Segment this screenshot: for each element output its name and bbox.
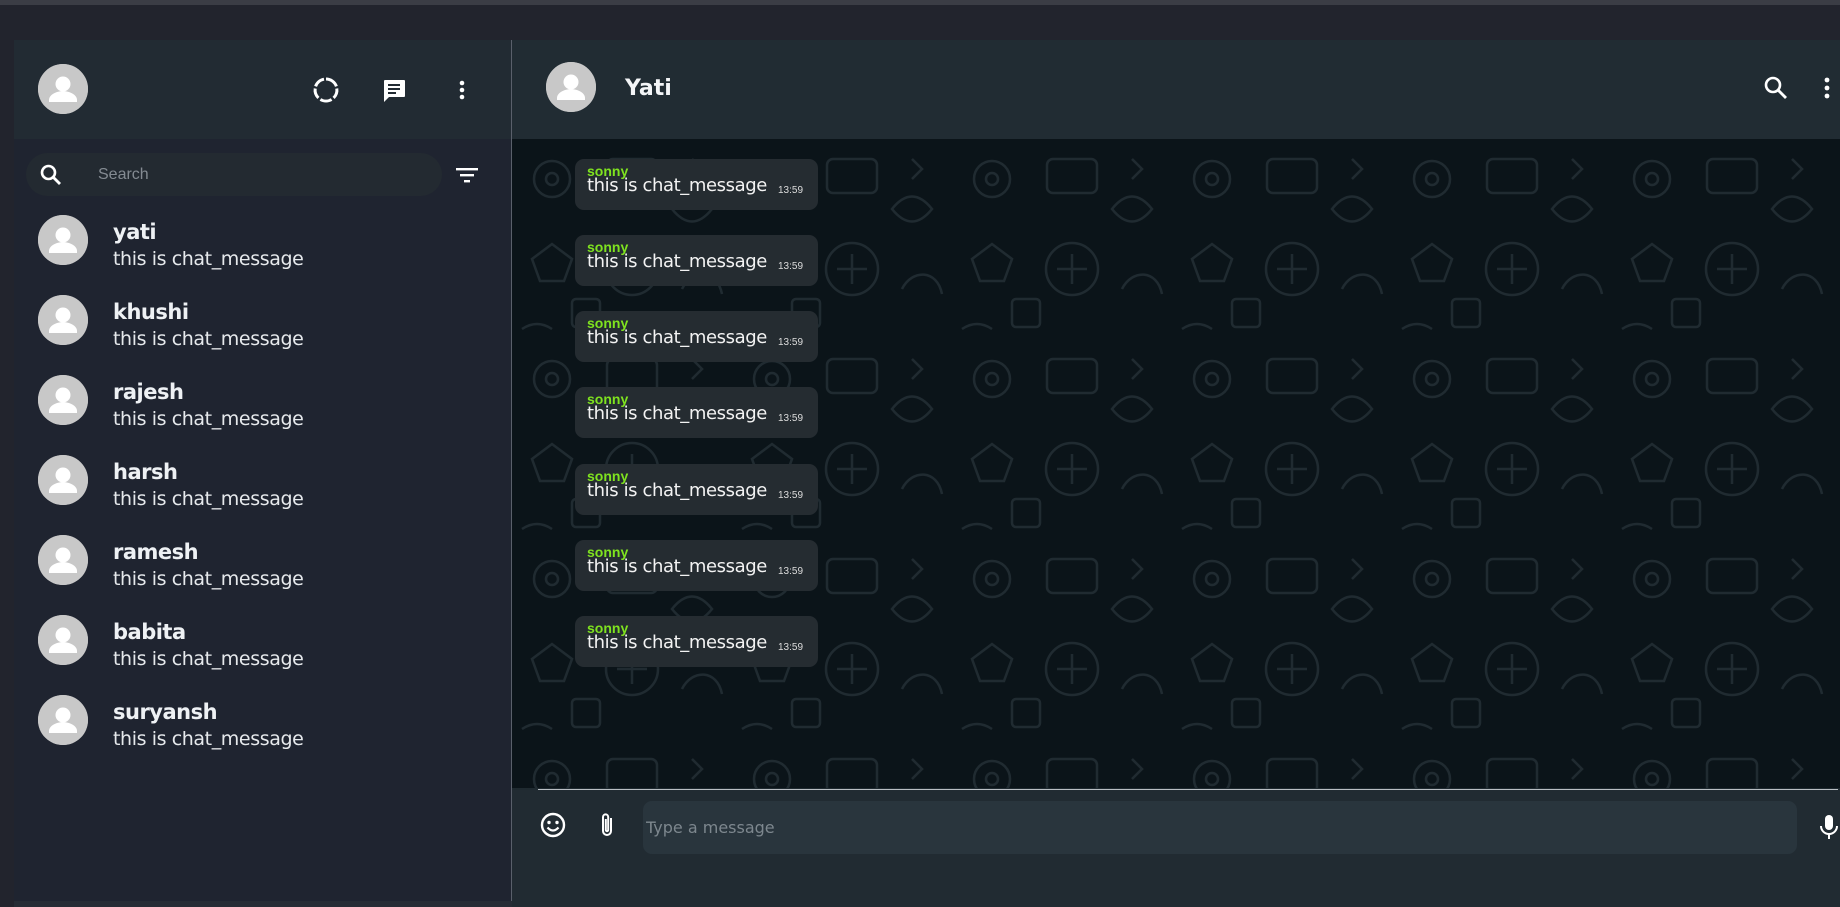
chat-item-babita[interactable]: babita this is chat_message [14,615,512,695]
attachment-icon[interactable] [592,810,622,840]
search-icon[interactable] [1761,73,1791,103]
message-bubble[interactable]: sonny this is chat_message 13:59 [575,616,818,667]
contact-avatar [38,455,88,505]
sidebar-header [14,40,511,139]
user-avatar[interactable] [38,64,88,114]
search-input[interactable] [98,153,428,196]
chat-name: babita [113,620,186,644]
message-time: 13:59 [778,566,804,577]
message-text: this is chat_message [587,632,767,653]
contact-name: Yati [625,76,672,101]
chat-list: yati this is chat_message khushi this is… [14,215,512,775]
message-time: 13:59 [778,413,804,424]
message-time: 13:59 [778,337,804,348]
message-bubble[interactable]: sonny this is chat_message 13:59 [575,387,818,438]
message-bubble[interactable]: sonny this is chat_message 13:59 [575,159,818,210]
chat-name: rajesh [113,380,184,404]
chat-app: yati this is chat_message khushi this is… [14,40,1840,907]
contact-avatar [38,695,88,745]
chat-item-harsh[interactable]: harsh this is chat_message [14,455,512,535]
contact-avatar [38,215,88,265]
contact-avatar [38,535,88,585]
default-avatar-icon [38,375,88,425]
chat-name: ramesh [113,540,199,564]
sidebar-footer [14,901,512,907]
conversation-panel: Yati sonny this is chat_message 13:59 so… [512,40,1840,907]
chat-item-khushi[interactable]: khushi this is chat_message [14,295,512,375]
emoji-icon[interactable] [538,810,568,840]
chat-last-message: this is chat_message [113,728,304,750]
window-top-border [0,0,1840,5]
search-icon [40,164,61,185]
message-text: this is chat_message [587,556,767,577]
status-icon[interactable] [311,75,341,105]
chat-name: harsh [113,460,178,484]
contact-avatar [38,295,88,345]
microphone-icon[interactable] [1817,812,1840,842]
message-time: 13:59 [778,642,804,653]
chat-last-message: this is chat_message [113,568,304,590]
contact-avatar [38,375,88,425]
message-bubble[interactable]: sonny this is chat_message 13:59 [575,464,818,515]
default-avatar-icon [38,455,88,505]
message-bubble[interactable]: sonny this is chat_message 13:59 [575,235,818,286]
message-text: this is chat_message [587,251,767,272]
chat-item-yati[interactable]: yati this is chat_message [14,215,512,295]
menu-icon[interactable] [1812,73,1840,103]
message-area[interactable]: sonny this is chat_message 13:59 sonny t… [512,139,1840,788]
conversation-header: Yati [512,40,1840,139]
message-composer [512,790,1840,907]
chat-last-message: this is chat_message [113,648,304,670]
new-chat-icon[interactable] [379,75,409,105]
message-text: this is chat_message [587,480,767,501]
search-row [14,153,512,199]
message-bubble[interactable]: sonny this is chat_message 13:59 [575,311,818,362]
filter-icon[interactable] [453,161,481,189]
default-avatar-icon [38,295,88,345]
menu-icon[interactable] [447,75,477,105]
chat-item-suryansh[interactable]: suryansh this is chat_message [14,695,512,775]
sidebar: yati this is chat_message khushi this is… [14,40,512,907]
message-time: 13:59 [778,261,804,272]
chat-name: khushi [113,300,189,324]
default-avatar-icon [546,62,596,112]
chat-item-ramesh[interactable]: ramesh this is chat_message [14,535,512,615]
message-text: this is chat_message [587,403,767,424]
message-time: 13:59 [778,185,804,196]
default-avatar-icon [38,695,88,745]
message-time: 13:59 [778,490,804,501]
default-avatar-icon [38,615,88,665]
message-text: this is chat_message [587,327,767,348]
chat-last-message: this is chat_message [113,408,304,430]
chat-name: yati [113,220,157,244]
message-input[interactable] [643,801,1797,854]
default-avatar-icon [38,535,88,585]
chat-last-message: this is chat_message [113,488,304,510]
chat-last-message: this is chat_message [113,328,304,350]
search-box [26,153,442,196]
message-text: this is chat_message [587,175,767,196]
chat-name: suryansh [113,700,218,724]
chat-item-rajesh[interactable]: rajesh this is chat_message [14,375,512,455]
default-avatar-icon [38,215,88,265]
contact-avatar [38,615,88,665]
default-avatar-icon [38,64,88,114]
chat-last-message: this is chat_message [113,248,304,270]
message-bubble[interactable]: sonny this is chat_message 13:59 [575,540,818,591]
contact-avatar[interactable] [546,62,596,112]
